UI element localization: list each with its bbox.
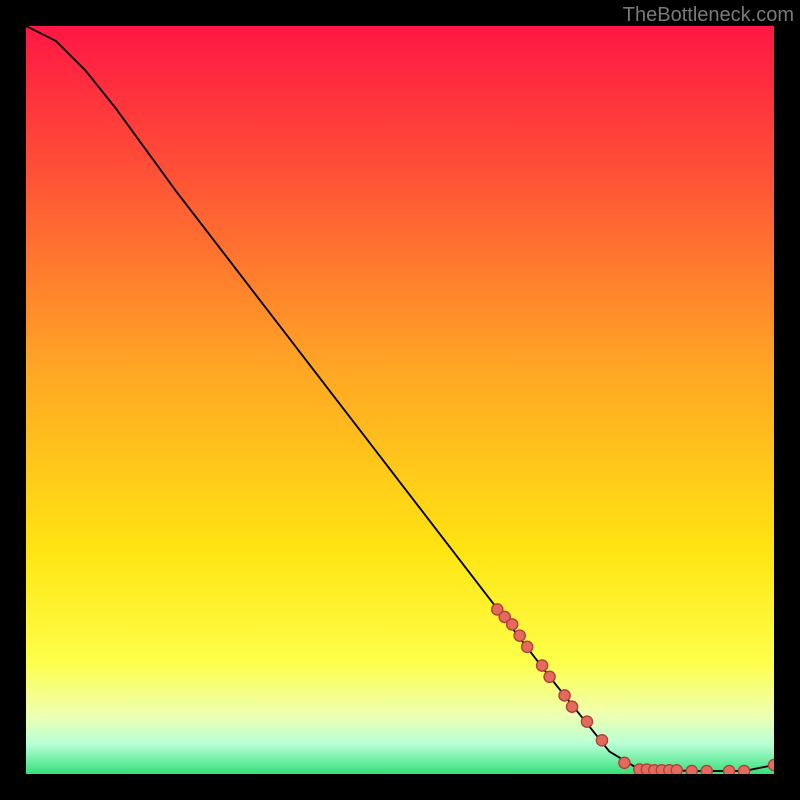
data-markers	[492, 604, 774, 774]
data-marker	[686, 765, 697, 774]
chart-container: TheBottleneck.com	[0, 0, 800, 800]
watermark-text: TheBottleneck.com	[623, 4, 794, 27]
data-marker	[701, 765, 712, 774]
data-marker	[671, 765, 682, 774]
data-marker	[514, 630, 525, 641]
data-marker	[768, 759, 774, 770]
data-marker	[619, 757, 630, 768]
data-marker	[566, 701, 577, 712]
data-marker	[507, 619, 518, 630]
data-marker	[724, 765, 735, 774]
bottleneck-curve	[26, 26, 774, 771]
data-marker	[581, 716, 592, 727]
data-marker	[596, 735, 607, 746]
curve-layer	[26, 26, 774, 774]
data-marker	[537, 660, 548, 671]
data-marker	[559, 690, 570, 701]
data-marker	[544, 671, 555, 682]
data-marker	[522, 641, 533, 652]
plot-area	[26, 26, 774, 774]
data-marker	[738, 765, 749, 774]
